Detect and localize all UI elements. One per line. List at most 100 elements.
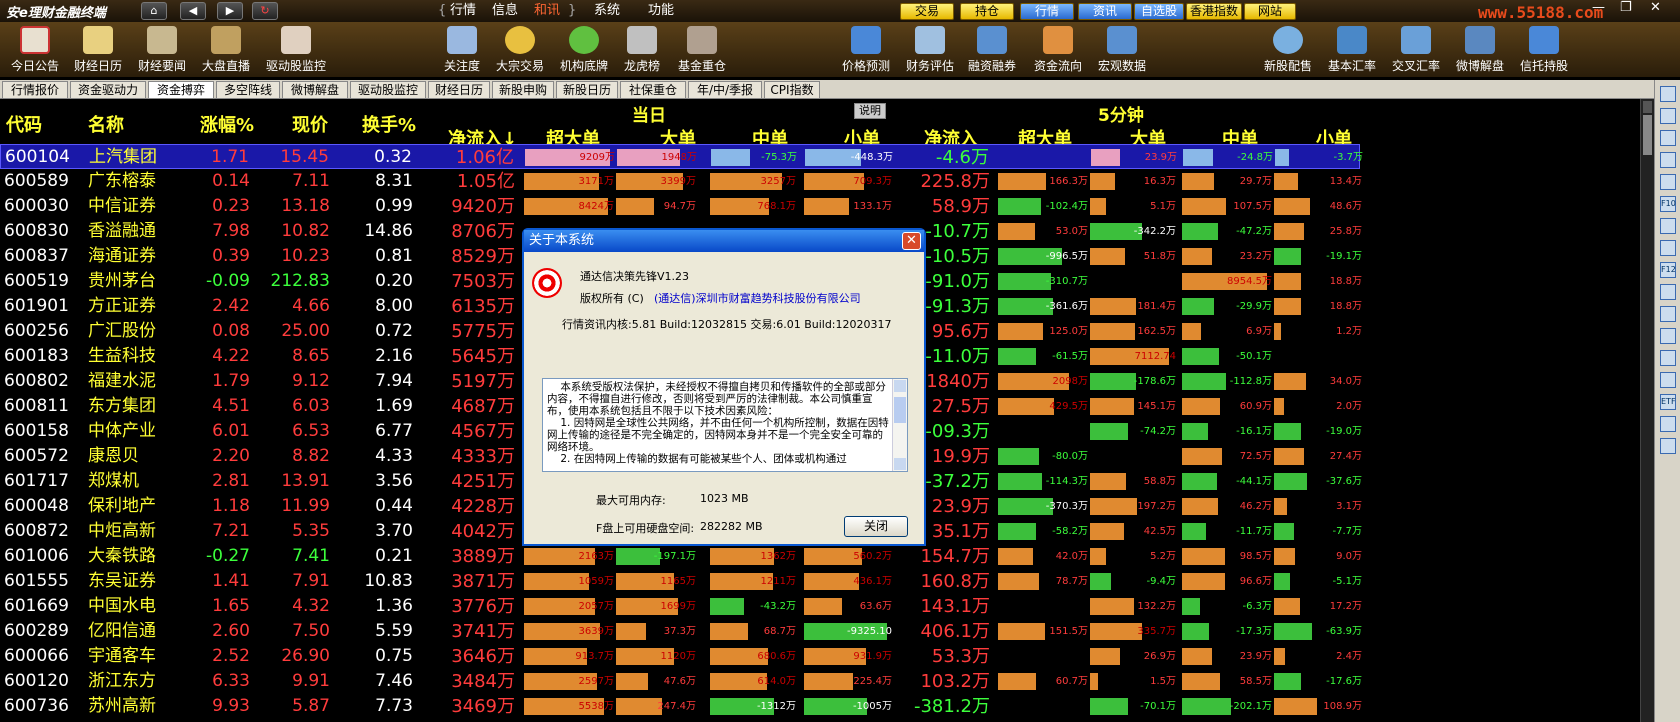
arrow-icon[interactable]	[1660, 416, 1676, 432]
tool-fund-holdings[interactable]: 基金重仓	[672, 24, 732, 76]
value-sl5: -114.3万	[1045, 476, 1088, 487]
copyright-holder-link[interactable]: (通达信)深圳市财富趋势科技股份有限公司	[654, 290, 861, 306]
position-button[interactable]: 持仓	[960, 3, 1014, 20]
tool-institution[interactable]: 机构底牌	[554, 24, 614, 76]
scroll-up-icon[interactable]	[894, 380, 906, 392]
doc-icon[interactable]	[1660, 174, 1676, 190]
vertical-scrollbar[interactable]	[1640, 99, 1654, 722]
tool-announcements[interactable]: 今日公告	[5, 24, 65, 76]
explain-button[interactable]: 说明	[854, 103, 886, 119]
chart-icon[interactable]	[1660, 152, 1676, 168]
scroll-up-icon[interactable]	[1643, 101, 1652, 113]
settings-icon[interactable]	[1660, 438, 1676, 454]
table-row[interactable]: 600104 上汽集团 1.71 15.45 0.32 1.06亿 -4.6万 9209万 19…	[0, 144, 1363, 169]
tab-quotes[interactable]: 行情报价	[2, 81, 68, 98]
header-turnover[interactable]: 换手%	[362, 111, 416, 137]
folder-icon[interactable]	[1660, 328, 1676, 344]
list-icon[interactable]	[1660, 86, 1676, 102]
tab-reports[interactable]: 年/中/季报	[688, 81, 762, 98]
home-icon[interactable]: ⌂	[141, 2, 167, 20]
tool-financial-eval[interactable]: 财务评估	[900, 24, 960, 76]
doc-icon[interactable]	[1660, 218, 1676, 234]
scroll-down-icon[interactable]	[894, 458, 906, 470]
f10-icon[interactable]: F10	[1660, 196, 1676, 212]
tool-trust[interactable]: 信托持股	[1514, 24, 1574, 76]
header-change[interactable]: 涨幅%	[200, 111, 254, 137]
grid-icon[interactable]	[1660, 108, 1676, 124]
license-textbox[interactable]: 本系统受版权法保护，未经授权不得擅自拷贝和传播软件的全部或部分内容，不得擅自进行…	[542, 378, 908, 472]
forward-icon[interactable]: ▶	[217, 2, 243, 20]
tab-cpi[interactable]: CPI指数	[764, 81, 820, 98]
product-name: 通达信决策先锋V1.23	[580, 270, 690, 283]
tab-social-security[interactable]: 社保重仓	[620, 81, 686, 98]
back-icon[interactable]: ◀	[180, 2, 206, 20]
maximize-icon[interactable]: ❐	[1620, 0, 1632, 15]
table-row[interactable]: 600736 苏州高新 9.93 5.87 7.73 3469万 -381.2万 5538万 2…	[0, 694, 1362, 719]
tool-block-trade[interactable]: 大宗交易	[490, 24, 550, 76]
tool-driver-monitor[interactable]: 驱动股监控	[266, 24, 326, 76]
tool-base-rate[interactable]: 基本汇率	[1322, 24, 1382, 76]
tab-capital-drive[interactable]: 资金驱动力	[70, 81, 146, 98]
doc-icon[interactable]	[1660, 240, 1676, 256]
arrows-icon[interactable]	[1660, 350, 1676, 366]
tool-calendar[interactable]: 财经日历	[68, 24, 128, 76]
tool-attention[interactable]: 关注度	[432, 24, 492, 76]
refresh-icon[interactable]: ↻	[252, 2, 278, 20]
tab-bull-bear[interactable]: 多空阵线	[216, 81, 280, 98]
tab-capital-game[interactable]: 资金搏弈	[148, 81, 214, 98]
table-row[interactable]: 601006 大秦铁路 -0.27 7.41 0.21 3889万 154.7万 2163万 -…	[0, 544, 1362, 569]
cell-name: 东吴证券	[88, 571, 156, 591]
etf-icon[interactable]: ETF	[1660, 394, 1676, 410]
tool-dragon-tiger[interactable]: 龙虎榜	[612, 24, 672, 76]
scroll-thumb[interactable]	[894, 397, 906, 423]
license-scrollbar[interactable]	[892, 379, 907, 471]
header-price[interactable]: 现价	[292, 111, 328, 137]
dialog-close-icon[interactable]: ✕	[902, 232, 921, 250]
close-window-icon[interactable]: ✕	[1650, 0, 1661, 15]
tool-price-forecast[interactable]: 价格预测	[836, 24, 896, 76]
menu-hexun[interactable]: 和讯	[534, 2, 560, 20]
tab-calendar[interactable]: 财经日历	[428, 81, 490, 98]
refresh-icon[interactable]	[1660, 372, 1676, 388]
table-row[interactable]: 600589 广东榕泰 0.14 7.11 8.31 1.05亿 225.8万 3171万 33…	[0, 169, 1362, 194]
quotes-button[interactable]: 行情	[1020, 3, 1074, 20]
tab-ipo-subscribe[interactable]: 新股申购	[492, 81, 554, 98]
chat-icon[interactable]	[1660, 306, 1676, 322]
table-row[interactable]: 600066 宇通客车 2.52 26.90 0.75 3646万 53.3万 913.7万 1…	[0, 644, 1362, 669]
table-row[interactable]: 600030 中信证券 0.23 13.18 0.99 9420万 58.9万 8424万 94…	[0, 194, 1362, 219]
table-row[interactable]: 601555 东吴证券 1.41 7.91 10.83 3871万 160.8万 1059万 1…	[0, 569, 1362, 594]
tool-margin[interactable]: 融资融券	[962, 24, 1022, 76]
section-today: 当日	[632, 106, 666, 126]
header-name[interactable]: 名称	[88, 111, 124, 137]
tool-live[interactable]: 大盘直播	[196, 24, 256, 76]
tool-headlines[interactable]: 财经要闻	[132, 24, 192, 76]
tool-ipo-allot[interactable]: 新股配售	[1258, 24, 1318, 76]
tab-weibo[interactable]: 微博解盘	[282, 81, 348, 98]
website-button[interactable]: 网站	[1244, 3, 1296, 20]
f10-icon[interactable]	[1660, 284, 1676, 300]
minimize-icon[interactable]: —	[1592, 0, 1605, 15]
dialog-close-button[interactable]: 关闭	[844, 516, 908, 537]
menu-system[interactable]: 系统	[594, 2, 620, 20]
menu-quotes[interactable]: 行情	[450, 2, 476, 20]
menu-info[interactable]: 信息	[492, 2, 518, 20]
tool-capital-flow[interactable]: 资金流向	[1028, 24, 1088, 76]
f12-icon[interactable]: F12	[1660, 262, 1676, 278]
watchlist-button[interactable]: 自选股	[1134, 3, 1184, 20]
scroll-thumb[interactable]	[1643, 115, 1652, 155]
menu-function[interactable]: 功能	[648, 2, 674, 20]
hk-index-button[interactable]: 香港指数	[1186, 3, 1242, 20]
tab-ipo-calendar[interactable]: 新股日历	[556, 81, 618, 98]
table-row[interactable]: 600289 亿阳信通 2.60 7.50 5.59 3741万 406.1万 3639万 37…	[0, 619, 1362, 644]
chart-icon[interactable]	[1660, 130, 1676, 146]
cell-price: 7.41	[292, 546, 330, 566]
tool-weibo[interactable]: 微博解盘	[1450, 24, 1510, 76]
news-button[interactable]: 资讯	[1078, 3, 1132, 20]
table-row[interactable]: 600120 浙江东方 6.33 9.91 7.46 3484万 103.2万 2597万 47…	[0, 669, 1362, 694]
tool-macro[interactable]: 宏观数据	[1092, 24, 1152, 76]
trade-button[interactable]: 交易	[900, 3, 954, 20]
tool-cross-rate[interactable]: 交叉汇率	[1386, 24, 1446, 76]
tab-driver-monitor[interactable]: 驱动股监控	[350, 81, 426, 98]
table-row[interactable]: 601669 中国水电 1.65 4.32 1.36 3776万 143.1万 2057万 16…	[0, 594, 1362, 619]
header-code[interactable]: 代码	[6, 111, 42, 137]
